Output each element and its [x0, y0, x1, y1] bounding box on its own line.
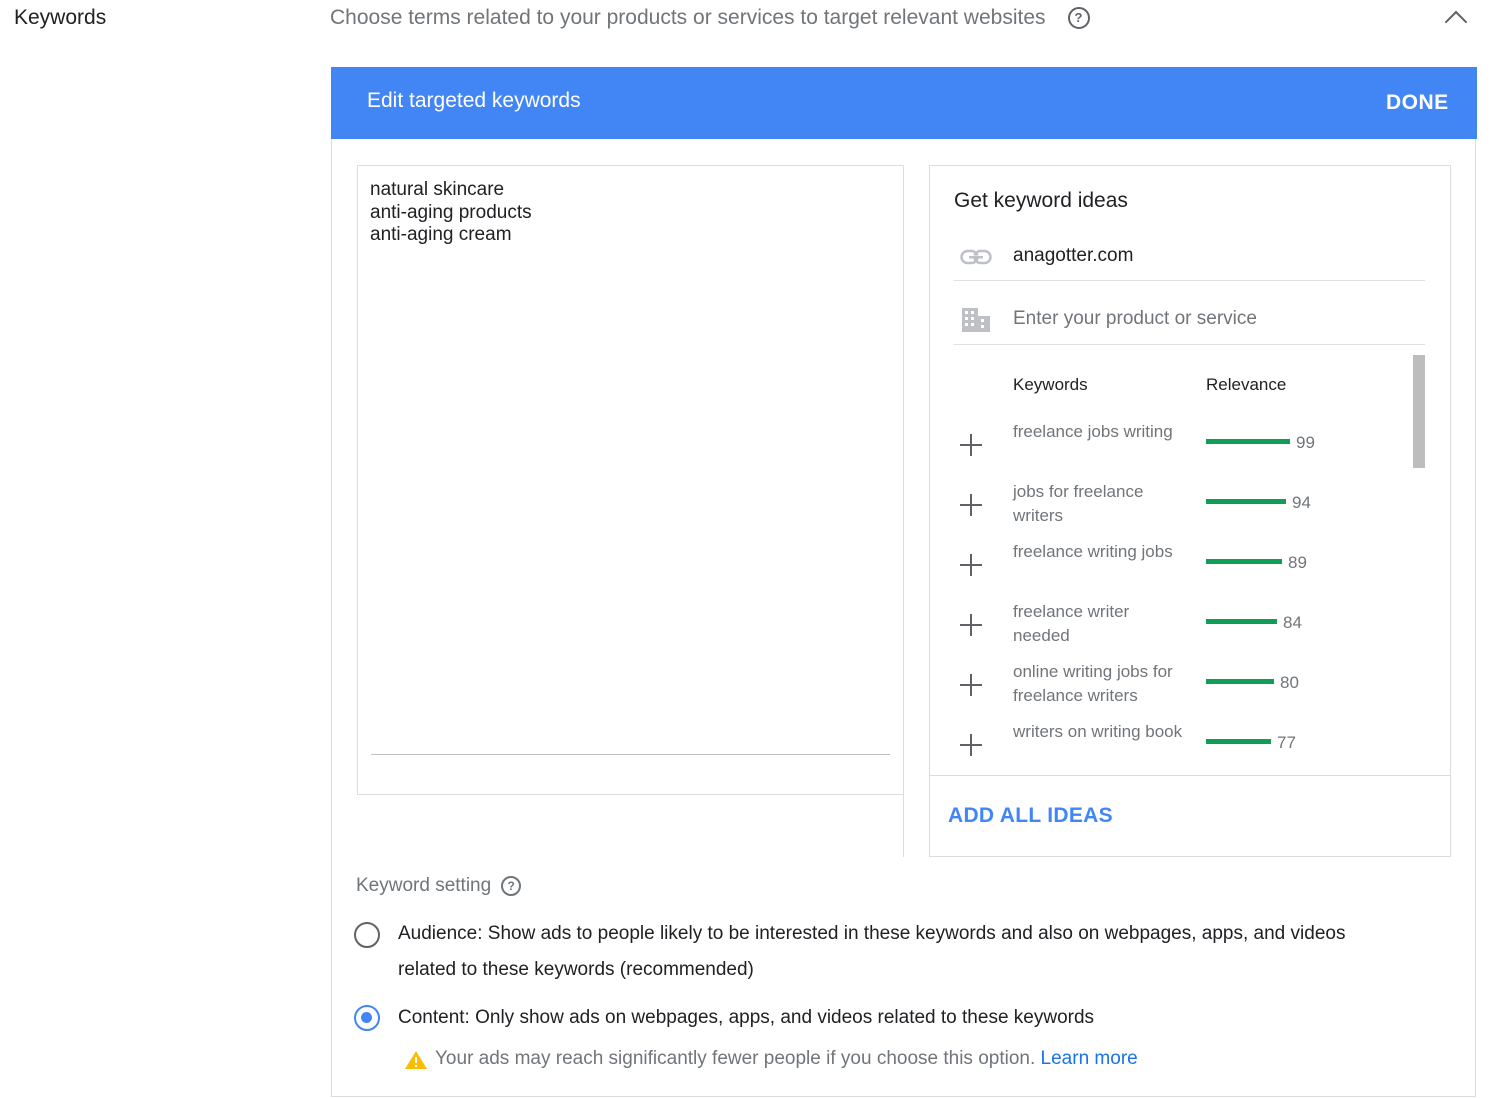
done-button[interactable]: DONE	[1386, 91, 1449, 115]
audience-radio[interactable]	[354, 922, 380, 948]
building-icon	[962, 308, 990, 332]
relevance-bar	[1206, 499, 1286, 504]
keyword-setting-text: Keyword setting	[356, 875, 492, 896]
divider	[903, 795, 904, 857]
add-keyword-plus-icon[interactable]	[960, 734, 982, 756]
relevance-score: 84	[1283, 613, 1302, 632]
warning-text: Your ads may reach significantly fewer p…	[435, 1048, 1036, 1069]
keyword-idea-text: writers on writing book	[1013, 722, 1183, 741]
keyword-idea-text: jobs for freelance writers	[1013, 482, 1144, 525]
warning-message: Your ads may reach significantly fewer p…	[435, 1048, 1138, 1070]
section-label: Keywords	[14, 6, 107, 29]
keyword-idea-text: freelance jobs writing	[1013, 422, 1173, 441]
website-url[interactable]: anagotter.com	[1013, 245, 1133, 267]
relevance-score: 94	[1292, 493, 1311, 512]
column-header-keywords: Keywords	[1013, 375, 1088, 394]
help-icon[interactable]: ?	[501, 876, 522, 896]
relevance-bar	[1206, 619, 1277, 624]
content-option-text[interactable]: Content: Only show ads on webpages, apps…	[398, 1000, 1094, 1036]
add-keyword-plus-icon[interactable]	[960, 494, 982, 516]
relevance-score: 77	[1277, 733, 1296, 752]
section-description: Choose terms related to your products or…	[330, 6, 1090, 30]
section-description-text: Choose terms related to your products or…	[330, 6, 1046, 29]
relevance-bar	[1206, 679, 1274, 684]
chevron-up-icon[interactable]	[1444, 10, 1468, 34]
add-keyword-plus-icon[interactable]	[960, 434, 982, 456]
textarea-underline	[371, 754, 890, 755]
content-radio[interactable]	[354, 1005, 380, 1031]
audience-option-text[interactable]: Audience: Show ads to people likely to b…	[398, 916, 1408, 988]
keyword-ideas-title: Get keyword ideas	[954, 189, 1128, 212]
relevance-bar	[1206, 439, 1290, 444]
relevance-score: 80	[1280, 673, 1299, 692]
learn-more-link[interactable]: Learn more	[1041, 1048, 1138, 1069]
product-service-input[interactable]	[1013, 308, 1413, 330]
relevance-bar	[1206, 559, 1282, 564]
add-all-ideas-button[interactable]: ADD ALL IDEAS	[948, 804, 1113, 828]
keyword-setting-label: Keyword setting ?	[356, 875, 522, 897]
keyword-idea-text: online writing jobs for freelance writer…	[1013, 662, 1173, 705]
link-icon	[960, 249, 992, 265]
relevance-score: 99	[1296, 433, 1315, 452]
add-keyword-plus-icon[interactable]	[960, 554, 982, 576]
divider	[954, 280, 1425, 281]
help-icon[interactable]: ?	[1067, 7, 1090, 29]
warning-icon	[405, 1051, 427, 1069]
divider	[929, 775, 1451, 776]
column-header-relevance: Relevance	[1206, 375, 1287, 394]
keyword-ideas-panel	[929, 165, 1451, 857]
relevance-score: 89	[1288, 553, 1307, 572]
add-keyword-plus-icon[interactable]	[960, 674, 982, 696]
add-keyword-plus-icon[interactable]	[960, 614, 982, 636]
keyword-idea-text: freelance writer needed	[1013, 602, 1130, 645]
keywords-textarea-value[interactable]: natural skincare anti-aging products ant…	[370, 179, 532, 247]
divider	[954, 344, 1425, 345]
relevance-bar	[1206, 739, 1271, 744]
keywords-textarea[interactable]	[357, 165, 904, 795]
scrollbar[interactable]	[1413, 355, 1425, 468]
panel-title: Edit targeted keywords	[367, 89, 581, 112]
keyword-idea-text: freelance writing jobs	[1013, 542, 1173, 561]
